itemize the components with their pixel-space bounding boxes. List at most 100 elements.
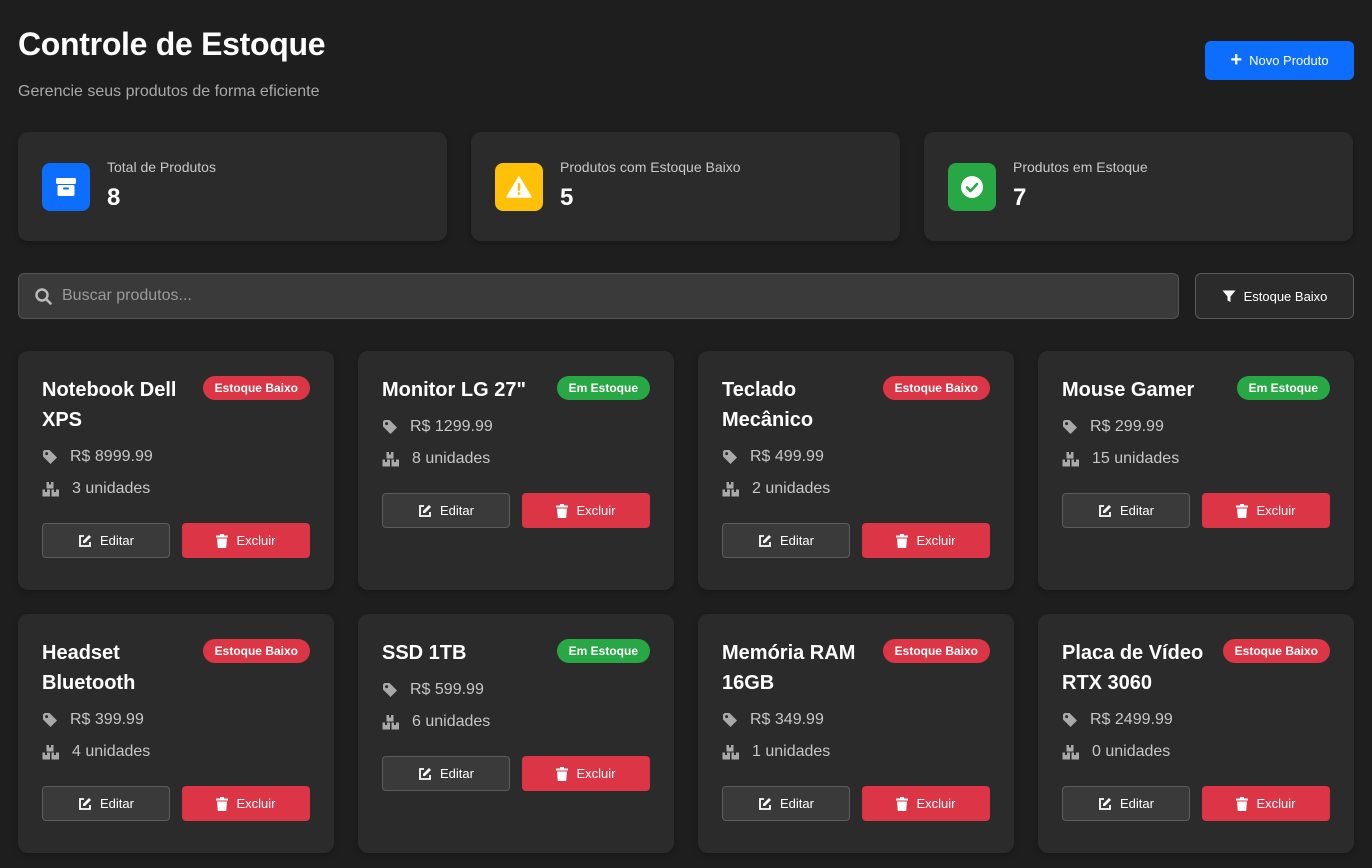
edit-button[interactable]: Editar [382, 493, 510, 528]
tag-icon [42, 712, 58, 728]
edit-label: Editar [440, 766, 474, 781]
product-price: R$ 499.99 [750, 448, 824, 465]
edit-button[interactable]: Editar [42, 786, 170, 821]
edit-label: Editar [100, 796, 134, 811]
trash-icon [556, 503, 569, 518]
product-card: Placa de Vídeo RTX 3060 Estoque Baixo R$… [1038, 614, 1354, 853]
edit-icon [78, 534, 92, 548]
product-price: R$ 2499.99 [1090, 711, 1173, 728]
quantity-row: 1 unidades [722, 742, 990, 762]
product-card: Headset Bluetooth Estoque Baixo R$ 399.9… [18, 614, 334, 853]
delete-button[interactable]: Excluir [522, 756, 650, 791]
stat-value: 7 [1013, 184, 1027, 211]
stat-value: 8 [107, 184, 121, 211]
delete-button[interactable]: Excluir [1202, 493, 1330, 528]
stats-row: Total de Produtos 8 Produtos com Estoque… [18, 132, 1353, 241]
product-price: R$ 599.99 [410, 681, 484, 698]
product-price: R$ 1299.99 [410, 418, 493, 435]
price-row: R$ 499.99 [722, 447, 990, 467]
product-name: SSD 1TB [382, 642, 467, 664]
page-title: Controle de Estoque [18, 26, 326, 62]
stat-value: 5 [560, 184, 574, 211]
edit-icon [758, 797, 772, 811]
price-row: R$ 2499.99 [1062, 710, 1330, 730]
page-header: Controle de Estoque Gerencie seus produt… [18, 24, 326, 102]
status-badge: Estoque Baixo [882, 376, 990, 400]
quantity-row: 8 unidades [382, 449, 650, 469]
card-header: Notebook Dell XPS Estoque Baixo [42, 375, 310, 435]
trash-icon [1236, 503, 1249, 518]
edit-icon [78, 797, 92, 811]
edit-icon [418, 504, 432, 518]
product-quantity: 15 unidades [1092, 450, 1180, 467]
delete-label: Excluir [236, 533, 276, 548]
edit-button[interactable]: Editar [1062, 786, 1190, 821]
product-price: R$ 299.99 [1090, 418, 1164, 435]
edit-button[interactable]: Editar [722, 523, 850, 558]
card-actions: Editar Excluir [722, 786, 990, 821]
card-actions: Editar Excluir [42, 786, 310, 821]
edit-icon [758, 534, 772, 548]
delete-label: Excluir [1256, 503, 1296, 518]
tag-icon [1062, 419, 1078, 435]
edit-button[interactable]: Editar [382, 756, 510, 791]
new-product-button[interactable]: + Novo Produto [1205, 41, 1354, 80]
product-quantity: 8 unidades [412, 450, 491, 467]
product-quantity: 4 unidades [72, 743, 151, 760]
card-actions: Editar Excluir [722, 523, 990, 558]
status-badge: Em Estoque [556, 639, 650, 663]
edit-icon [1098, 504, 1112, 518]
boxes-icon [42, 744, 60, 760]
search-input[interactable] [62, 287, 1142, 305]
boxes-icon [382, 714, 400, 730]
card-actions: Editar Excluir [42, 523, 310, 558]
boxes-icon [722, 744, 740, 760]
delete-button[interactable]: Excluir [522, 493, 650, 528]
card-actions: Editar Excluir [382, 756, 650, 791]
product-quantity: 2 unidades [752, 480, 831, 497]
stat-label: Produtos com Estoque Baixo [560, 159, 741, 175]
product-card: Notebook Dell XPS Estoque Baixo R$ 8999.… [18, 351, 334, 590]
edit-label: Editar [1120, 796, 1154, 811]
tag-icon [382, 419, 398, 435]
tag-icon [722, 712, 738, 728]
card-header: Memória RAM 16GB Estoque Baixo [722, 638, 990, 698]
product-card: Memória RAM 16GB Estoque Baixo R$ 349.99… [698, 614, 1014, 853]
edit-label: Editar [440, 503, 474, 518]
delete-button[interactable]: Excluir [182, 523, 310, 558]
product-price: R$ 399.99 [70, 711, 144, 728]
search-box[interactable] [18, 273, 1179, 319]
delete-button[interactable]: Excluir [862, 786, 990, 821]
delete-button[interactable]: Excluir [182, 786, 310, 821]
product-card: Monitor LG 27" Em Estoque R$ 1299.99 8 u… [358, 351, 674, 590]
trash-icon [216, 533, 229, 548]
product-quantity: 6 unidades [412, 713, 491, 730]
card-actions: Editar Excluir [1062, 786, 1330, 821]
trash-icon [896, 796, 909, 811]
box-icon [42, 163, 90, 211]
quantity-row: 2 unidades [722, 479, 990, 499]
search-icon [35, 287, 52, 305]
delete-label: Excluir [576, 503, 616, 518]
edit-button[interactable]: Editar [722, 786, 850, 821]
delete-label: Excluir [576, 766, 616, 781]
card-header: Teclado Mecânico Estoque Baixo [722, 375, 990, 435]
status-badge: Estoque Baixo [1222, 639, 1330, 663]
check-circle-icon [948, 163, 996, 211]
price-row: R$ 8999.99 [42, 447, 310, 467]
delete-button[interactable]: Excluir [862, 523, 990, 558]
edit-label: Editar [780, 796, 814, 811]
price-row: R$ 299.99 [1062, 417, 1330, 437]
edit-button[interactable]: Editar [1062, 493, 1190, 528]
edit-button[interactable]: Editar [42, 523, 170, 558]
product-quantity: 0 unidades [1092, 743, 1171, 760]
product-name: Teclado Mecânico [722, 379, 814, 431]
boxes-icon [1062, 451, 1080, 467]
product-name: Monitor LG 27" [382, 379, 526, 401]
tag-icon [1062, 712, 1078, 728]
product-grid: Notebook Dell XPS Estoque Baixo R$ 8999.… [18, 351, 1354, 853]
status-badge: Em Estoque [556, 376, 650, 400]
delete-button[interactable]: Excluir [1202, 786, 1330, 821]
tag-icon [722, 449, 738, 465]
low-stock-filter-button[interactable]: Estoque Baixo [1195, 273, 1354, 319]
